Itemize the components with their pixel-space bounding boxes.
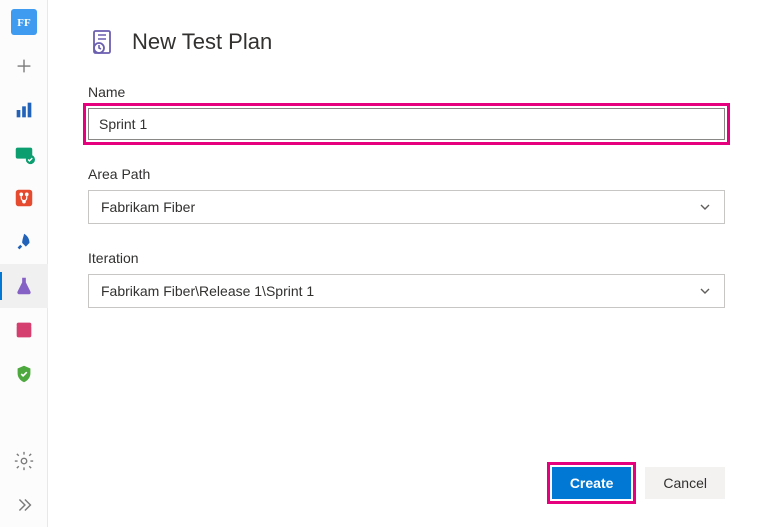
chevron-down-icon	[698, 284, 712, 298]
name-input[interactable]	[88, 108, 725, 140]
dialog-footer: Create Cancel	[88, 467, 725, 499]
sidebar-item-test-plans[interactable]	[0, 264, 48, 308]
iteration-dropdown[interactable]: Fabrikam Fiber\Release 1\Sprint 1	[88, 274, 725, 308]
area-path-dropdown[interactable]: Fabrikam Fiber	[88, 190, 725, 224]
flask-icon	[13, 275, 35, 297]
chart-icon	[13, 99, 35, 121]
sidebar-item-boards[interactable]	[0, 132, 48, 176]
field-name: Name	[88, 84, 725, 140]
test-plan-icon	[88, 28, 116, 56]
package-icon	[13, 319, 35, 341]
field-iteration: Iteration Fabrikam Fiber\Release 1\Sprin…	[88, 250, 725, 308]
area-path-value: Fabrikam Fiber	[101, 199, 195, 215]
gear-icon	[13, 450, 35, 472]
branch-icon	[13, 187, 35, 209]
chevron-double-right-icon	[13, 494, 35, 516]
chevron-down-icon	[698, 200, 712, 214]
svg-text:FF: FF	[17, 17, 31, 29]
area-label: Area Path	[88, 166, 725, 182]
sidebar-item-repos[interactable]	[0, 176, 48, 220]
sidebar-item-compliance[interactable]	[0, 352, 48, 396]
iteration-label: Iteration	[88, 250, 725, 266]
project-logo[interactable]: FF	[0, 0, 48, 44]
sidebar-item-add[interactable]	[0, 44, 48, 88]
create-button[interactable]: Create	[552, 467, 632, 499]
nav-sidebar: FF	[0, 0, 48, 527]
rocket-icon	[13, 231, 35, 253]
sidebar-item-pipelines[interactable]	[0, 220, 48, 264]
sidebar-item-settings[interactable]	[0, 439, 48, 483]
main-panel: New Test Plan Name Area Path Fabrikam Fi…	[48, 0, 765, 527]
board-icon	[13, 143, 35, 165]
page-title: New Test Plan	[132, 29, 272, 55]
cancel-button[interactable]: Cancel	[645, 467, 725, 499]
plus-icon	[13, 55, 35, 77]
page-header: New Test Plan	[88, 28, 725, 56]
iteration-value: Fabrikam Fiber\Release 1\Sprint 1	[101, 283, 314, 299]
name-label: Name	[88, 84, 725, 100]
sidebar-item-expand[interactable]	[0, 483, 48, 527]
sidebar-item-overview[interactable]	[0, 88, 48, 132]
sidebar-item-artifacts[interactable]	[0, 308, 48, 352]
field-area-path: Area Path Fabrikam Fiber	[88, 166, 725, 224]
shield-check-icon	[13, 363, 35, 385]
